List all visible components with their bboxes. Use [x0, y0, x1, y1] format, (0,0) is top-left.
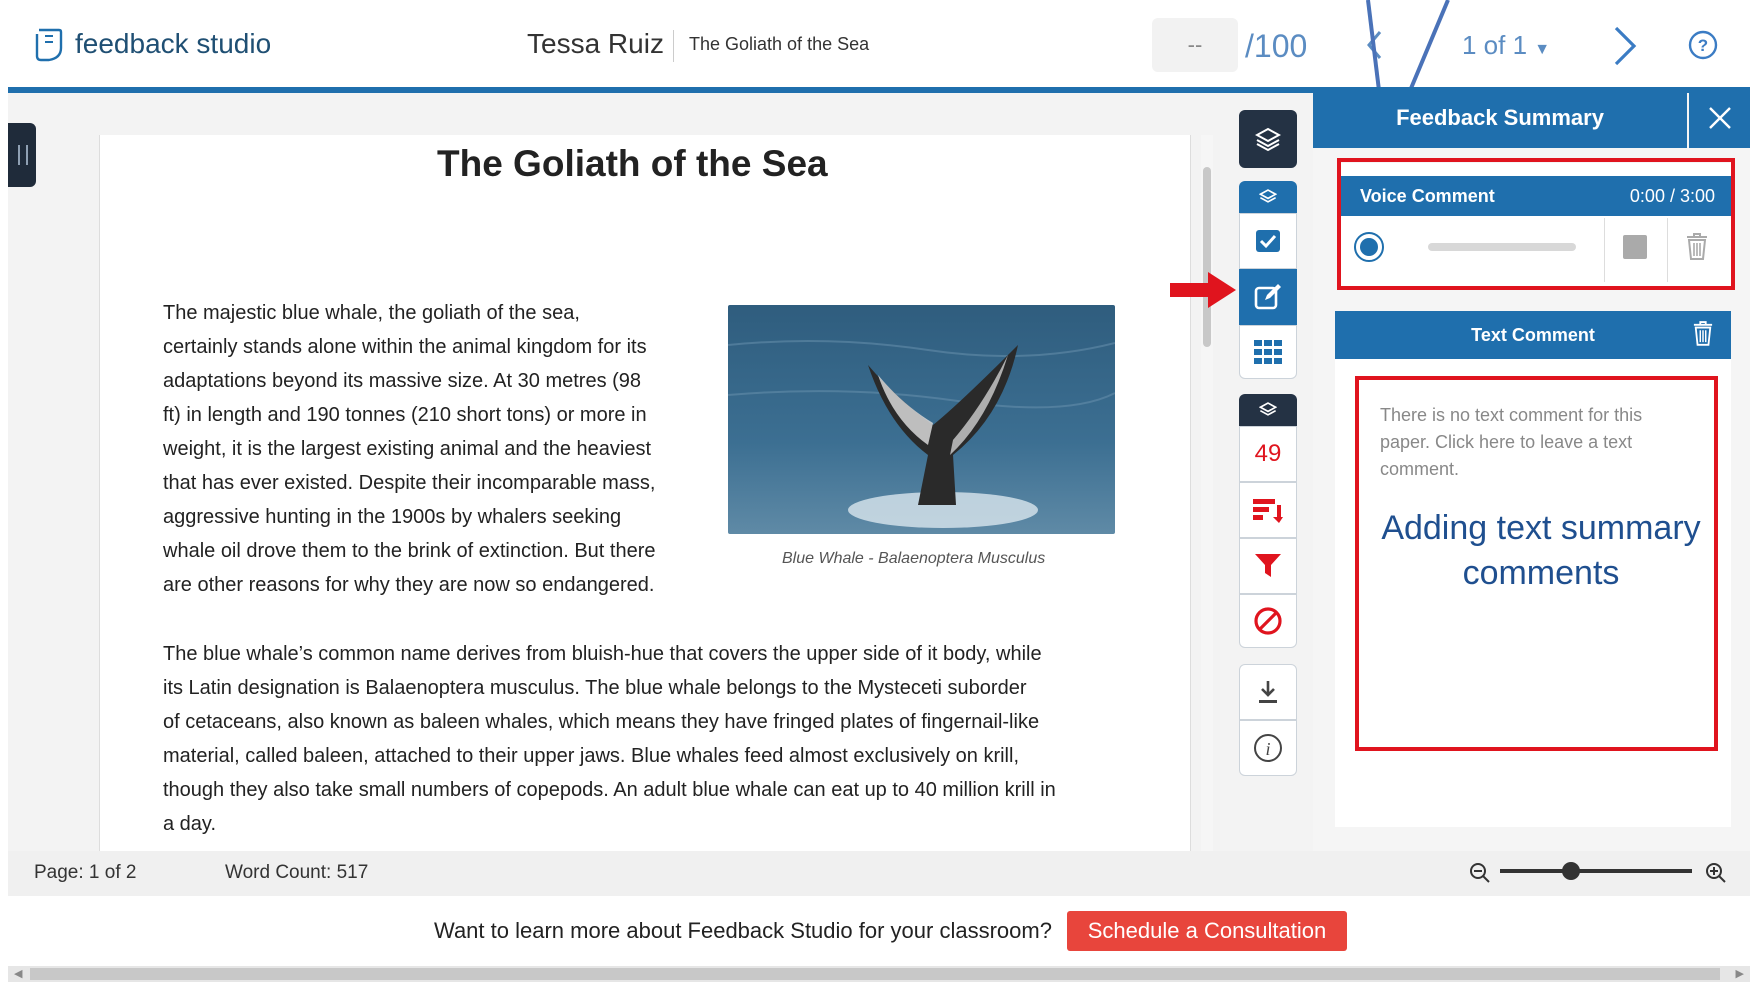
grading-layer-header[interactable]: [1239, 181, 1297, 213]
info-icon: i: [1254, 734, 1282, 762]
horizontal-scroll-thumb[interactable]: [30, 968, 1720, 980]
match-list-icon: [1253, 499, 1283, 523]
student-name: Tessa Ruiz: [527, 28, 664, 59]
grade-input[interactable]: --: [1152, 18, 1238, 72]
zoom-slider-handle[interactable]: [1562, 862, 1581, 880]
quickmark-tool-button[interactable]: [1239, 213, 1297, 269]
paragraph-line: whale oil drove them to the brink of ext…: [163, 540, 656, 562]
document-title: The Goliath of the Sea: [437, 143, 828, 184]
download-button[interactable]: [1239, 664, 1297, 720]
layers-icon: [1259, 402, 1277, 416]
download-icon: [1259, 681, 1277, 703]
paragraph-line: The majestic blue whale, the goliath of …: [163, 302, 580, 324]
pointer-arrow-icon: [1170, 272, 1236, 308]
paragraph-line: material, called baleen, attached to the…: [163, 745, 1019, 767]
svg-text:i: i: [1265, 739, 1270, 759]
promo-text: Want to learn more about Feedback Studio…: [434, 918, 1052, 943]
paragraph-line: adaptations beyond its massive size. At …: [163, 370, 642, 392]
match-overview-button[interactable]: [1239, 482, 1297, 538]
feedback-summary-tool-button[interactable]: [1239, 269, 1297, 325]
close-panel-button[interactable]: [1689, 88, 1750, 148]
text-comment-label: Text Comment: [1471, 324, 1595, 345]
grade-max: /100: [1245, 28, 1308, 64]
next-paper-icon[interactable]: [1612, 26, 1638, 71]
paragraph-line: The blue whale’s common name derives fro…: [163, 643, 1042, 665]
text-comment-highlight: [1355, 376, 1718, 751]
text-comment-header: Text Comment: [1335, 311, 1731, 359]
chevron-down-icon: ▼: [1534, 41, 1551, 58]
paragraph-line: ft) in length and 190 tonnes (210 short …: [163, 404, 647, 426]
paragraph-2: The blue whale’s common name derives fro…: [163, 637, 1123, 841]
paragraph-line: certainly stands alone within the animal…: [163, 336, 647, 358]
voice-comment-highlight: [1337, 158, 1735, 290]
side-drawer-toggle[interactable]: [8, 123, 36, 187]
paragraph-line: its Latin designation is Balaenoptera mu…: [163, 677, 1027, 699]
image-caption: Blue Whale - Balaenoptera Musculus: [782, 550, 1046, 567]
scroll-right-icon[interactable]: ▶: [1736, 967, 1744, 980]
prohibit-icon: [1254, 607, 1282, 635]
scroll-left-icon[interactable]: ◀: [14, 967, 22, 980]
paragraph-line: weight, it is the largest existing anima…: [163, 438, 652, 460]
horizontal-scrollbar[interactable]: ◀ ▶: [8, 966, 1750, 982]
schedule-consultation-button[interactable]: Schedule a Consultation: [1067, 911, 1347, 951]
layers-icon: [1255, 127, 1281, 152]
zoom-in-icon[interactable]: [1704, 861, 1728, 890]
info-button[interactable]: i: [1239, 720, 1297, 776]
panel-title: Feedback Summary: [1313, 88, 1687, 148]
exclude-button[interactable]: [1239, 594, 1297, 648]
grade-value: --: [1187, 32, 1203, 57]
paragraph-line: that has ever existed. Despite their inc…: [163, 472, 656, 494]
help-icon[interactable]: ?: [1688, 30, 1718, 65]
layers-button[interactable]: [1239, 110, 1297, 168]
close-icon: [1708, 107, 1731, 129]
layers-icon: [1259, 189, 1277, 203]
paper-title: The Goliath of the Sea: [689, 34, 870, 54]
drawer-handle-icon: [18, 145, 28, 165]
similarity-layer-header[interactable]: [1239, 394, 1297, 426]
edit-note-icon: [1254, 284, 1281, 310]
whale-tail-image: [728, 305, 1115, 534]
rubric-tool-button[interactable]: [1239, 325, 1297, 379]
delete-text-comment-icon[interactable]: [1693, 320, 1713, 351]
filter-icon: [1255, 554, 1281, 577]
zoom-slider[interactable]: [1500, 862, 1692, 880]
pager-label: 1 of 1: [1462, 30, 1528, 60]
header-divider: [673, 30, 674, 62]
grid-icon: [1254, 340, 1282, 364]
zoom-out-icon[interactable]: [1468, 861, 1492, 890]
similarity-score-button[interactable]: 49: [1239, 426, 1297, 482]
similarity-score: 49: [1254, 440, 1282, 467]
app-logo-text: feedback studio: [75, 28, 272, 59]
document-scroll-thumb[interactable]: [1203, 167, 1211, 347]
paragraph-line: are other reasons for why they are now s…: [163, 574, 655, 596]
page-indicator: Page: 1 of 2: [34, 862, 137, 883]
checkbox-icon: [1256, 230, 1280, 252]
paragraph-1: The majestic blue whale, the goliath of …: [163, 296, 723, 602]
filter-button[interactable]: [1239, 538, 1297, 594]
paragraph-line: aggressive hunting in the 1900s by whale…: [163, 506, 622, 528]
word-count: Word Count: 517: [225, 862, 369, 883]
paragraph-line: though they also take small numbers of c…: [163, 779, 1056, 801]
paper-pager-dropdown[interactable]: 1 of 1 ▼: [1462, 30, 1550, 61]
feedback-studio-logo-icon: [33, 26, 65, 69]
paragraph-line: of cetaceans, also known as baleen whale…: [163, 711, 1040, 733]
svg-text:?: ?: [1698, 36, 1708, 55]
paragraph-line: a day.: [163, 813, 216, 835]
